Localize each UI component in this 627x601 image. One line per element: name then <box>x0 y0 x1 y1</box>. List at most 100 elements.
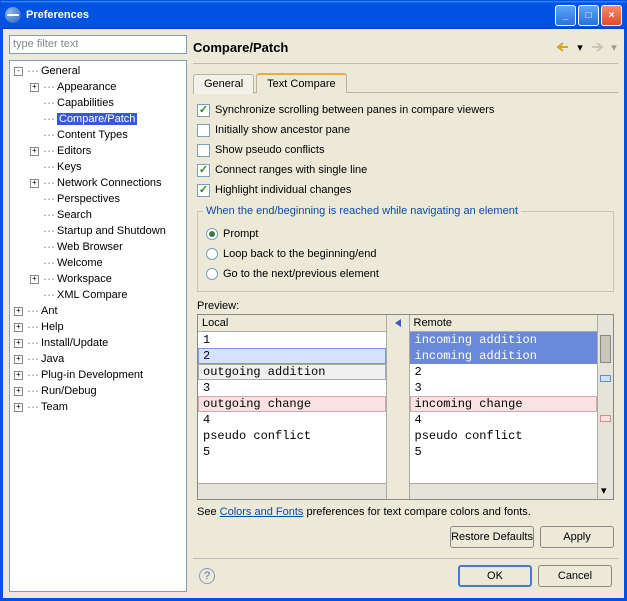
help-icon[interactable]: ? <box>199 568 215 584</box>
preview-local-lines[interactable]: 12outgoing addition3outgoing change4pseu… <box>198 332 386 483</box>
collapse-icon[interactable]: - <box>14 67 23 76</box>
tree-item[interactable]: ⋯Content Types <box>10 127 186 143</box>
tree-item[interactable]: +⋯Network Connections <box>10 175 186 191</box>
preview-line[interactable]: 5 <box>198 444 386 460</box>
preferences-tree[interactable]: -⋯General+⋯Appearance⋯Capabilities⋯Compa… <box>9 60 187 592</box>
tree-item[interactable]: ⋯XML Compare <box>10 287 186 303</box>
tree-item[interactable]: -⋯General <box>10 63 186 79</box>
checkbox-row[interactable]: Initially show ancestor pane <box>197 121 614 139</box>
checkbox-row[interactable]: Connect ranges with single line <box>197 161 614 179</box>
local-hscroll[interactable] <box>198 483 386 499</box>
preview-line[interactable]: pseudo conflict <box>410 428 598 444</box>
checkbox-icon[interactable] <box>197 124 210 137</box>
tree-item[interactable]: +⋯Install/Update <box>10 335 186 351</box>
checkbox-icon[interactable] <box>197 144 210 157</box>
preview-line[interactable]: 4 <box>410 412 598 428</box>
forward-icon <box>588 38 606 56</box>
back-icon[interactable] <box>554 38 572 56</box>
tree-item[interactable]: ⋯Startup and Shutdown <box>10 223 186 239</box>
apply-button[interactable]: Apply <box>540 526 614 548</box>
minimize-button[interactable]: _ <box>555 5 576 26</box>
tree-item[interactable]: ⋯Perspectives <box>10 191 186 207</box>
tree-item[interactable]: +⋯Ant <box>10 303 186 319</box>
preview-line[interactable]: incoming addition <box>410 348 598 364</box>
checkbox-label: Connect ranges with single line <box>215 164 367 176</box>
expand-icon[interactable]: + <box>14 355 23 364</box>
tree-item[interactable]: +⋯Run/Debug <box>10 383 186 399</box>
copy-left-icon[interactable] <box>391 316 407 333</box>
tree-item[interactable]: +⋯Editors <box>10 143 186 159</box>
colors-fonts-link[interactable]: Colors and Fonts <box>220 506 304 518</box>
checkbox-icon[interactable] <box>197 164 210 177</box>
tree-item[interactable]: +⋯Team <box>10 399 186 415</box>
expand-icon[interactable]: + <box>30 179 39 188</box>
preview-line[interactable]: 2 <box>198 348 386 364</box>
filter-input[interactable]: type filter text <box>9 35 187 54</box>
preview-remote-lines[interactable]: incoming additionincoming addition23inco… <box>410 332 598 483</box>
expand-icon[interactable]: + <box>30 83 39 92</box>
radio-row[interactable]: Loop back to the beginning/end <box>206 245 605 263</box>
radio-row[interactable]: Go to the next/previous element <box>206 265 605 283</box>
checkbox-row[interactable]: Show pseudo conflicts <box>197 141 614 159</box>
tree-item[interactable]: +⋯Plug-in Development <box>10 367 186 383</box>
tree-item[interactable]: +⋯Appearance <box>10 79 186 95</box>
close-button[interactable]: × <box>601 5 622 26</box>
tree-item[interactable]: +⋯Workspace <box>10 271 186 287</box>
preview-line[interactable]: 3 <box>410 380 598 396</box>
scroll-thumb[interactable] <box>600 335 611 363</box>
tree-item[interactable]: ⋯Web Browser <box>10 239 186 255</box>
tree-item[interactable]: ⋯Capabilities <box>10 95 186 111</box>
ok-button[interactable]: OK <box>458 565 532 587</box>
radio-row[interactable]: Prompt <box>206 225 605 243</box>
tree-item[interactable]: +⋯Help <box>10 319 186 335</box>
preview-line[interactable]: 2 <box>410 364 598 380</box>
tree-item[interactable]: ⋯Compare/Patch <box>10 111 186 127</box>
expand-icon[interactable]: + <box>14 371 23 380</box>
remote-hscroll[interactable] <box>410 483 598 499</box>
expand-icon[interactable]: + <box>14 323 23 332</box>
overview-marker[interactable] <box>600 375 611 382</box>
preview-line[interactable]: outgoing addition <box>198 364 386 380</box>
expand-icon[interactable]: + <box>14 403 23 412</box>
overview-ruler[interactable]: ▾ <box>597 315 613 499</box>
preview-line[interactable]: incoming change <box>410 396 598 412</box>
preview-line[interactable]: 3 <box>198 380 386 396</box>
expand-icon[interactable]: + <box>30 147 39 156</box>
preview-line[interactable]: 4 <box>198 412 386 428</box>
tree-item-label: Help <box>41 321 64 333</box>
expand-icon[interactable]: + <box>14 339 23 348</box>
radio-icon[interactable] <box>206 268 218 280</box>
maximize-button[interactable]: □ <box>578 5 599 26</box>
preview-line[interactable]: outgoing change <box>198 396 386 412</box>
checkbox-row[interactable]: Highlight individual changes <box>197 181 614 199</box>
back-menu-icon[interactable]: ▾ <box>576 38 584 56</box>
tree-item[interactable]: +⋯Java <box>10 351 186 367</box>
tree-spacer <box>30 195 39 204</box>
preview-line[interactable]: 5 <box>410 444 598 460</box>
preview-line[interactable]: 1 <box>198 332 386 348</box>
titlebar[interactable]: Preferences _ □ × <box>1 1 626 29</box>
checkbox-icon[interactable] <box>197 104 210 117</box>
cancel-button[interactable]: Cancel <box>538 565 612 587</box>
preview-line[interactable]: pseudo conflict <box>198 428 386 444</box>
expand-icon[interactable]: + <box>30 275 39 284</box>
tree-item[interactable]: ⋯Keys <box>10 159 186 175</box>
tab[interactable]: General <box>193 74 254 94</box>
overview-marker[interactable] <box>600 415 611 422</box>
scroll-down-icon[interactable]: ▾ <box>601 484 607 497</box>
forward-menu-icon: ▾ <box>610 38 618 56</box>
tree-item-label: Startup and Shutdown <box>57 225 166 237</box>
tree-item[interactable]: ⋯Welcome <box>10 255 186 271</box>
checkbox-icon[interactable] <box>197 184 210 197</box>
expand-icon[interactable]: + <box>14 387 23 396</box>
radio-icon[interactable] <box>206 228 218 240</box>
tree-item[interactable]: ⋯Search <box>10 207 186 223</box>
expand-icon[interactable]: + <box>14 307 23 316</box>
tree-item-label: Appearance <box>57 81 116 93</box>
radio-icon[interactable] <box>206 248 218 260</box>
preview-line[interactable]: incoming addition <box>410 332 598 348</box>
restore-defaults-button[interactable]: Restore Defaults <box>450 526 534 548</box>
tree-item-label: Network Connections <box>57 177 162 189</box>
tab[interactable]: Text Compare <box>256 73 346 93</box>
checkbox-row[interactable]: Synchronize scrolling between panes in c… <box>197 101 614 119</box>
